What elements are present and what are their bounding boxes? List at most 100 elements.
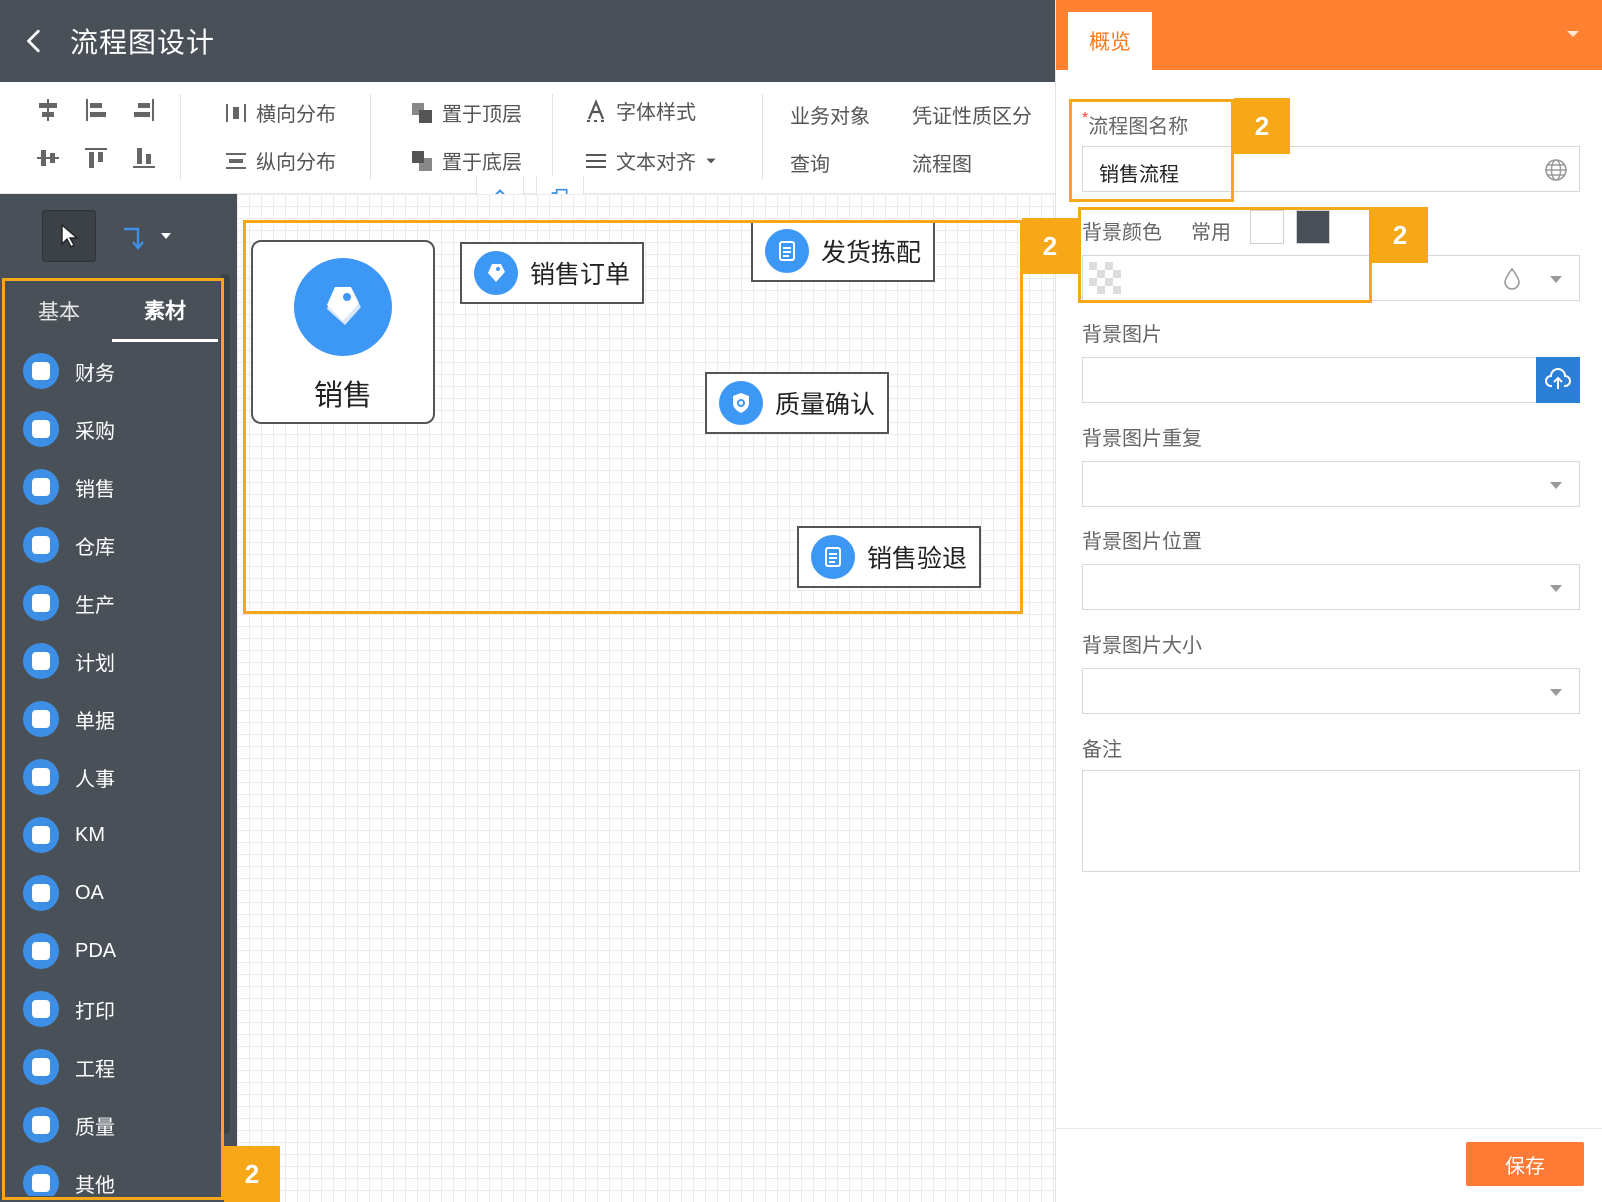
caret-down-icon: [706, 158, 716, 163]
library-item-14[interactable]: 其他: [6, 1154, 218, 1196]
align-center-horizontal-icon[interactable]: [34, 96, 62, 124]
icon-glyph: [32, 710, 50, 728]
bg-repeat-select[interactable]: [1082, 461, 1580, 507]
globe-icon[interactable]: [1543, 157, 1569, 183]
library-item-label: 人事: [75, 768, 115, 791]
voucher-nature-link[interactable]: 凭证性质区分: [912, 100, 1032, 129]
align-right-icon[interactable]: [130, 96, 158, 124]
bring-front-icon: [412, 102, 432, 123]
library-item-13[interactable]: 质量: [6, 1096, 218, 1154]
library-item-label: 财务: [75, 362, 115, 385]
font-style-button[interactable]: 字体样式: [584, 96, 696, 125]
library-item-label: 打印: [75, 1000, 115, 1023]
color-drop-icon[interactable]: [1499, 266, 1525, 292]
remark-textarea[interactable]: [1082, 770, 1580, 872]
caret-down-icon[interactable]: [1565, 28, 1581, 40]
cloud-upload-icon: [1545, 368, 1571, 389]
warehouse-icon: [23, 527, 59, 563]
library-item-1[interactable]: 采购: [6, 400, 218, 458]
swatch-dark[interactable]: [1296, 210, 1330, 244]
library-item-4[interactable]: 生产: [6, 574, 218, 632]
bg-position-select[interactable]: [1082, 564, 1580, 610]
node-shipping[interactable]: 发货拣配: [751, 220, 935, 282]
library-item-12[interactable]: 工程: [6, 1038, 218, 1096]
node-label: 发货拣配: [821, 239, 922, 267]
library-item-label: 仓库: [75, 536, 115, 559]
bg-repeat-label: 背景图片重复: [1082, 428, 1202, 450]
align-top-icon[interactable]: [82, 144, 110, 172]
properties-header: 概览: [1056, 0, 1602, 70]
cursor-icon: [61, 223, 79, 249]
connector-icon: [124, 227, 144, 250]
library-item-9[interactable]: OA: [6, 864, 218, 922]
engineering-icon: [23, 1049, 59, 1085]
tab-material[interactable]: 素材: [112, 280, 218, 342]
text-align-dropdown[interactable]: 文本对齐: [584, 146, 718, 175]
bg-color-label: 背景颜色: [1082, 222, 1162, 244]
library-item-2[interactable]: 销售: [6, 458, 218, 516]
send-to-back-button[interactable]: 置于底层: [410, 146, 522, 175]
oa-icon: [23, 875, 59, 911]
bg-color-picker[interactable]: [1082, 255, 1580, 301]
distribute-vertical-button[interactable]: 纵向分布: [224, 146, 336, 175]
font-style-icon: [587, 98, 605, 122]
icon-glyph: [32, 768, 50, 786]
bg-size-select[interactable]: [1082, 668, 1580, 714]
library-item-8[interactable]: KM: [6, 806, 218, 864]
node-sales[interactable]: 销售: [251, 240, 435, 424]
flowchart-canvas[interactable]: 销售 销售订单 发货拣配 质量确认 销售验退: [237, 194, 1055, 1202]
library-scrollbar[interactable]: [220, 274, 230, 1134]
flowchart-link[interactable]: 流程图: [912, 148, 972, 177]
back-button[interactable]: [0, 0, 70, 82]
node-sales-order[interactable]: 销售订单: [460, 242, 644, 304]
icon-glyph: [32, 652, 50, 670]
connector-tool-dropdown[interactable]: [120, 214, 196, 258]
library-item-3[interactable]: 仓库: [6, 516, 218, 574]
tag-icon: [294, 258, 392, 356]
tab-basic[interactable]: 基本: [6, 280, 112, 342]
tab-overview[interactable]: 概览: [1068, 12, 1152, 70]
library-item-10[interactable]: PDA: [6, 922, 218, 980]
name-input[interactable]: 销售流程: [1082, 146, 1580, 192]
node-label: 销售订单: [530, 261, 631, 289]
document-icon: [811, 535, 855, 579]
library-item-11[interactable]: 打印: [6, 980, 218, 1038]
align-bottom-icon[interactable]: [130, 144, 158, 172]
toolbar-divider: [370, 94, 371, 180]
library-item-7[interactable]: 人事: [6, 748, 218, 806]
align-left-icon[interactable]: [82, 96, 110, 124]
pointer-tool-button[interactable]: [42, 210, 96, 262]
tag-icon: [474, 251, 518, 295]
business-object-link[interactable]: 业务对象: [790, 100, 870, 129]
transparent-checker-icon: [1089, 262, 1121, 294]
toolbar-divider: [180, 94, 181, 180]
icon-glyph: [32, 1116, 50, 1134]
library-item-label: PDA: [75, 939, 117, 962]
library-item-6[interactable]: 单据: [6, 690, 218, 748]
bring-to-front-button[interactable]: 置于顶层: [410, 98, 522, 127]
swatch-white[interactable]: [1250, 210, 1284, 244]
caret-down-icon: [161, 233, 171, 239]
library-item-0[interactable]: 财务: [6, 342, 218, 400]
shape-library-panel: 基本 素材 财务采购销售仓库生产 计划 单据人事 KM OA PDA 打印工程 质量 其他: [0, 194, 237, 1202]
node-return[interactable]: 销售验退: [797, 526, 981, 588]
library-tabs: 基本 素材: [6, 280, 218, 342]
upload-button[interactable]: [1536, 357, 1580, 403]
distribute-horizontal-button[interactable]: 横向分布: [224, 98, 336, 127]
library-item-5[interactable]: 计划: [6, 632, 218, 690]
caret-down-icon: [1550, 585, 1562, 592]
save-button[interactable]: 保存: [1466, 1142, 1584, 1186]
production-icon: [23, 585, 59, 621]
node-quality[interactable]: 质量确认: [705, 372, 889, 434]
align-middle-vertical-icon[interactable]: [34, 144, 62, 172]
printer-icon: [23, 991, 59, 1027]
library-item-label: 销售: [75, 478, 115, 501]
bg-position-label: 背景图片位置: [1082, 531, 1202, 553]
caret-down-icon: [1550, 689, 1562, 696]
query-link[interactable]: 查询: [790, 148, 830, 177]
document-icon: [765, 229, 809, 273]
bg-image-input[interactable]: [1082, 357, 1580, 403]
icon-glyph: [32, 362, 50, 380]
annotation-badge: 2: [1234, 98, 1290, 154]
properties-panel: 概览 *流程图名称 销售流程 背景颜色 常用 背景图片 背景图片重复 背景图片位…: [1055, 0, 1602, 1202]
